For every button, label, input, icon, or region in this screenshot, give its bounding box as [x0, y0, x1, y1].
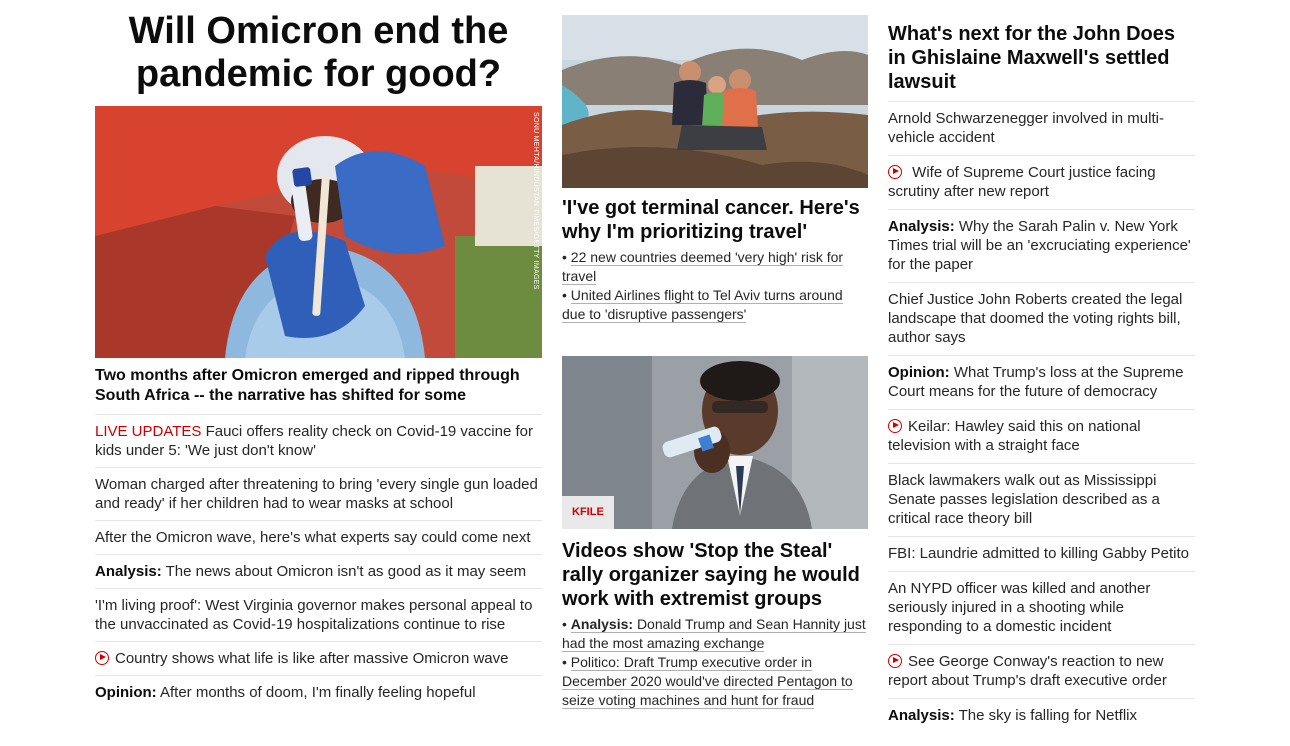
analysis-label: Analysis:: [95, 563, 162, 580]
list-item-text: See George Conway's reaction to new repo…: [888, 653, 1167, 689]
kfile-badge: KFILE: [562, 496, 614, 529]
analysis-label: Analysis:: [888, 218, 955, 235]
list-item-text: After months of doom, I'm finally feelin…: [156, 684, 476, 701]
list-item[interactable]: Woman charged after threatening to bring…: [95, 468, 542, 521]
analysis-label: Analysis:: [888, 707, 955, 724]
opinion-label: Opinion:: [888, 364, 950, 381]
headlines-column: What's next for the John Does in Ghislai…: [888, 22, 1195, 733]
related-link[interactable]: 22 new countries deemed 'very high' risk…: [562, 249, 844, 285]
list-item[interactable]: Analysis: The news about Omicron isn't a…: [95, 555, 542, 589]
list-item[interactable]: Keilar: Hawley said this on national tel…: [888, 410, 1195, 464]
list-item-text: An NYPD officer was killed and another s…: [888, 580, 1151, 635]
list-item-text: Country shows what life is like after ma…: [115, 650, 509, 667]
related-link[interactable]: Politico: Draft Trump executive order in…: [562, 654, 853, 709]
list-item[interactable]: Black lawmakers walk out as Mississippi …: [888, 464, 1195, 537]
related-link-item[interactable]: • Politico: Draft Trump executive order …: [562, 653, 868, 710]
list-item[interactable]: Analysis: Why the Sarah Palin v. New Yor…: [888, 210, 1195, 283]
opinion-label: Opinion:: [95, 684, 157, 701]
list-item-text: Keilar: Hawley said this on national tel…: [888, 418, 1141, 454]
list-item-text: 'I'm living proof': West Virginia govern…: [95, 597, 533, 633]
travel-story-related: • 22 new countries deemed 'very high' ri…: [562, 248, 868, 324]
list-item[interactable]: Opinion: After months of doom, I'm final…: [95, 676, 542, 709]
play-icon: [95, 651, 109, 665]
list-item[interactable]: Opinion: What Trump's loss at the Suprem…: [888, 356, 1195, 410]
related-link-item[interactable]: • Analysis: Donald Trump and Sean Hannit…: [562, 615, 868, 653]
list-item[interactable]: See George Conway's reaction to new repo…: [888, 645, 1195, 699]
list-item[interactable]: Arnold Schwarzenegger involved in multi-…: [888, 102, 1195, 156]
play-icon: [888, 165, 902, 179]
list-item-text: After the Omicron wave, here's what expe…: [95, 529, 531, 546]
list-item[interactable]: Analysis: The sky is falling for Netflix: [888, 699, 1195, 733]
related-link[interactable]: United Airlines flight to Tel Aviv turns…: [562, 287, 843, 323]
photo-credit: SONU MEHTA/HINDUSTAN TIMES/GETTY IMAGES: [532, 112, 539, 290]
analysis-label: Analysis:: [570, 616, 634, 632]
list-item-text: Arnold Schwarzenegger involved in multi-…: [888, 110, 1164, 146]
related-link[interactable]: Analysis: Donald Trump and Sean Hannity …: [562, 616, 866, 652]
list-item-text: FBI: Laundrie admitted to killing Gabby …: [888, 545, 1189, 562]
list-item-text: The news about Omicron isn't as good as …: [161, 563, 527, 580]
list-item-text: Black lawmakers walk out as Mississippi …: [888, 472, 1160, 527]
lead-story-caption[interactable]: Two months after Omicron emerged and rip…: [95, 366, 542, 415]
list-item[interactable]: 'I'm living proof': West Virginia govern…: [95, 589, 542, 642]
rally-story-related: • Analysis: Donald Trump and Sean Hannit…: [562, 615, 868, 710]
travel-story-headline[interactable]: 'I've got terminal cancer. Here's why I'…: [562, 196, 868, 244]
rally-story-headline[interactable]: Videos show 'Stop the Steal' rally organ…: [562, 539, 868, 611]
related-link-item[interactable]: • United Airlines flight to Tel Aviv tur…: [562, 286, 868, 324]
lead-story-image[interactable]: SONU MEHTA/HINDUSTAN TIMES/GETTY IMAGES: [95, 106, 542, 358]
lead-headline[interactable]: Will Omicron end the pandemic for good?: [95, 10, 542, 96]
list-item[interactable]: Chief Justice John Roberts created the l…: [888, 283, 1195, 356]
list-item[interactable]: Wife of Supreme Court justice facing scr…: [888, 156, 1195, 210]
middle-story-column: 'I've got terminal cancer. Here's why I'…: [562, 15, 868, 710]
list-item[interactable]: After the Omicron wave, here's what expe…: [95, 521, 542, 555]
travel-story-image[interactable]: [562, 15, 868, 188]
play-icon: [888, 654, 902, 668]
list-item[interactable]: FBI: Laundrie admitted to killing Gabby …: [888, 537, 1195, 572]
list-item[interactable]: Country shows what life is like after ma…: [95, 642, 542, 676]
rally-organizer-image[interactable]: KFILE: [562, 356, 868, 529]
lead-story-related-list: LIVE UPDATES Fauci offers reality check …: [95, 415, 542, 709]
related-link-item[interactable]: • 22 new countries deemed 'very high' ri…: [562, 248, 868, 286]
lead-story-column: Will Omicron end the pandemic for good? …: [95, 10, 542, 709]
list-item[interactable]: LIVE UPDATES Fauci offers reality check …: [95, 415, 542, 468]
list-item[interactable]: An NYPD officer was killed and another s…: [888, 572, 1195, 645]
list-item-text: The sky is falling for Netflix: [954, 707, 1137, 724]
list-item-text: Woman charged after threatening to bring…: [95, 476, 538, 512]
list-item-text: Wife of Supreme Court justice facing scr…: [888, 164, 1156, 200]
play-icon: [888, 419, 902, 433]
live-updates-label: LIVE UPDATES: [95, 423, 202, 440]
list-item-text: Chief Justice John Roberts created the l…: [888, 291, 1183, 346]
column-headline[interactable]: What's next for the John Does in Ghislai…: [888, 22, 1195, 102]
